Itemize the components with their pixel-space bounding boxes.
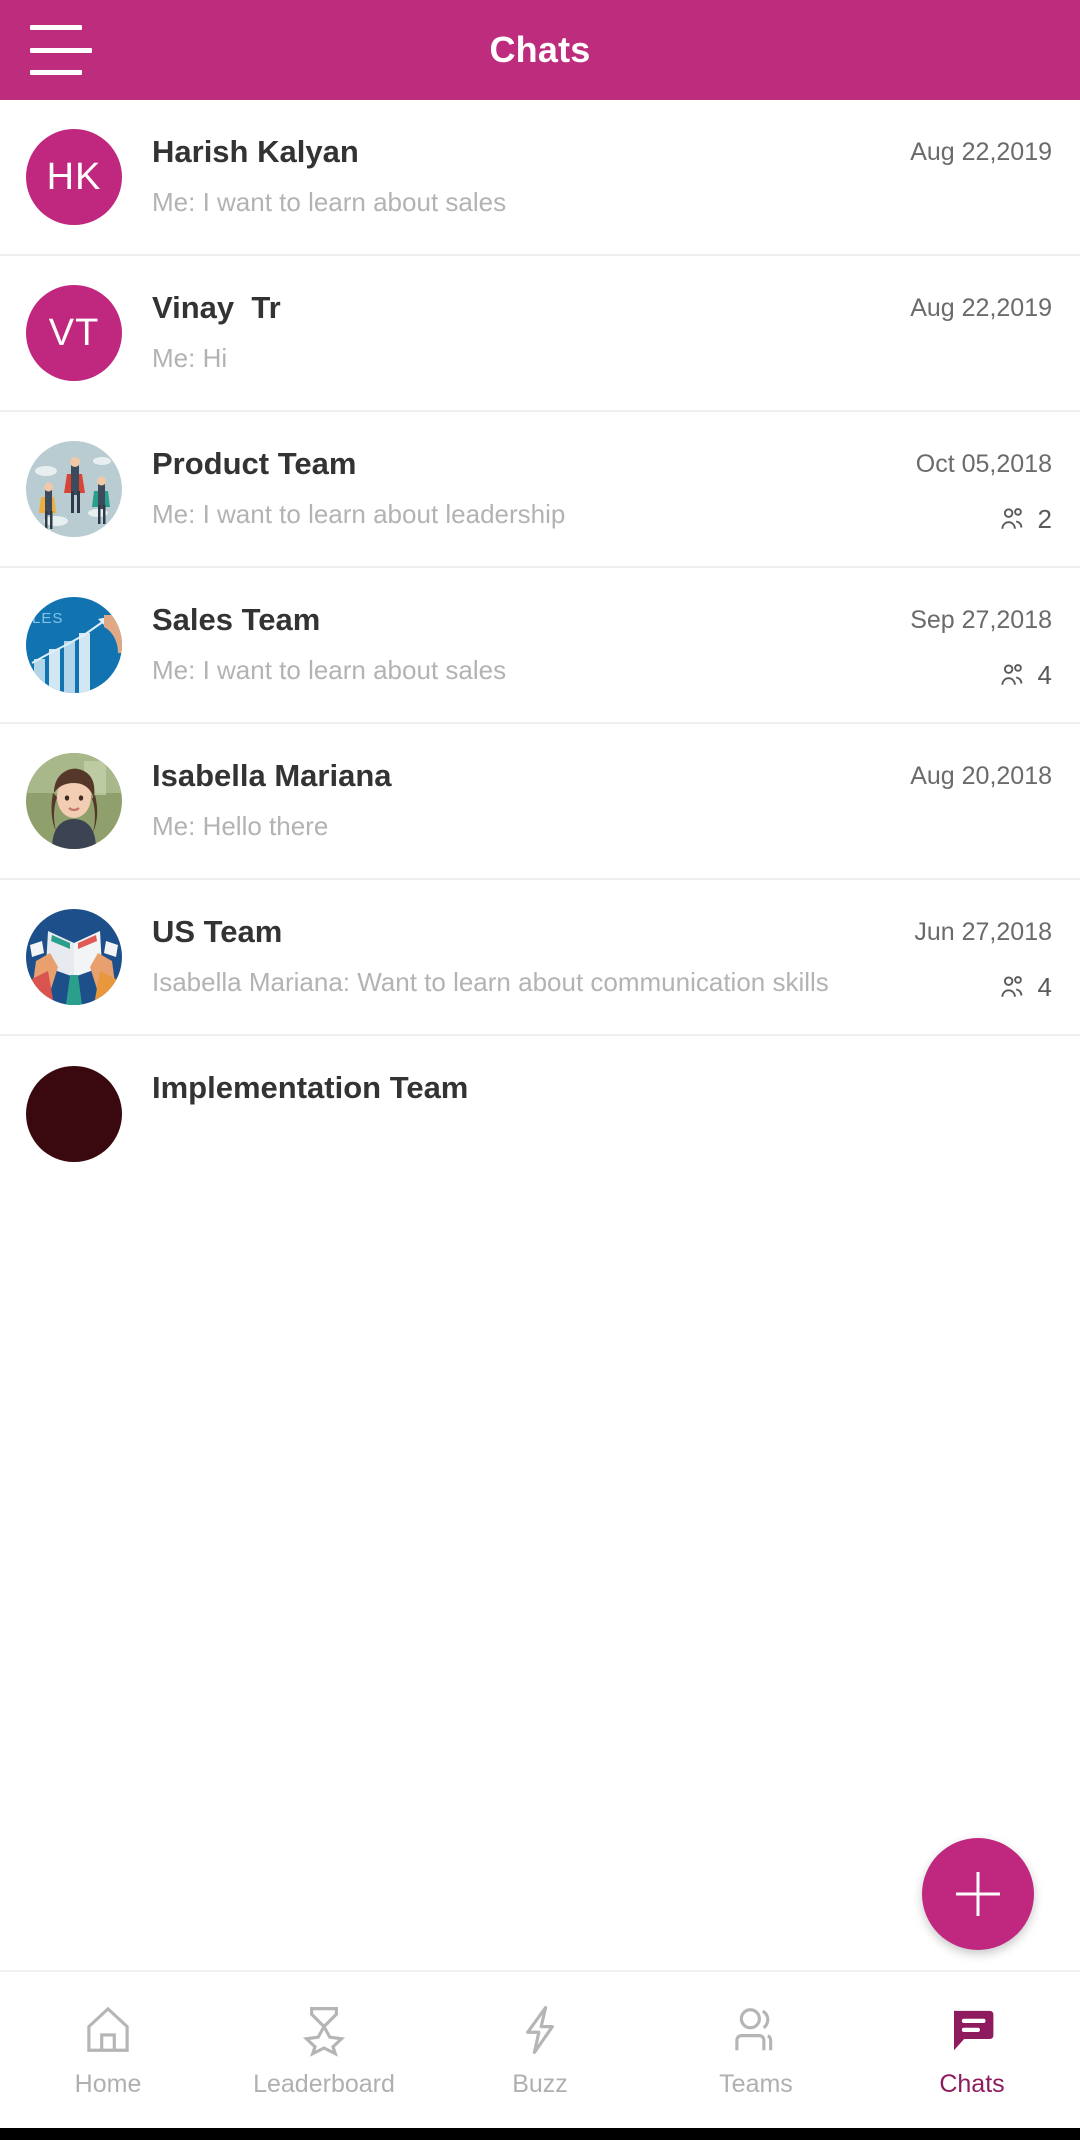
bottom-navigation-bar: Home Leaderboard Buzz Teams Chats [0,1970,1080,2128]
avatar-initials: VT [48,311,100,354]
nav-label-chats: Chats [939,2069,1005,2098]
svg-text:LES: LES [32,610,63,627]
books-artwork-icon [26,909,122,1005]
chat-timestamp: Jun 27,2018 [914,918,1052,946]
home-icon [81,2002,135,2058]
chat-list-item[interactable]: LES Sales Team Me: I want to learn about… [0,568,1080,724]
nav-item-leaderboard[interactable]: Leaderboard [216,2002,432,2099]
people-icon [729,2002,783,2058]
nav-label-teams: Teams [719,2069,793,2098]
group-members-icon [1000,507,1022,529]
chat-preview-message: Me: Hello there [152,811,329,841]
avatar: HK [26,129,122,225]
hamburger-line-3 [30,70,82,75]
hamburger-line-2 [30,47,92,53]
member-count-value: 2 [1037,504,1052,534]
chat-list-item[interactable]: US Team Isabella Mariana: Want to learn … [0,880,1080,1036]
chat-name: Vinay Tr [152,290,281,325]
chat-name: Product Team [152,446,357,481]
nav-label-home: Home [74,2069,142,2098]
avatar [26,909,122,1005]
nav-label-leaderboard: Leaderboard [253,2069,395,2098]
avatar: VT [26,285,122,381]
new-chat-fab-button[interactable] [922,1838,1034,1950]
group-members-icon [1000,975,1022,997]
nav-item-chats[interactable]: Chats [864,2002,1080,2099]
member-count-value: 4 [1037,972,1052,1002]
chat-list-item[interactable]: Product Team Me: I want to learn about l… [0,412,1080,568]
avatar: LES [26,597,122,693]
chat-name: US Team [152,914,283,949]
chat-preview-message: Me: I want to learn about leadership [152,499,566,529]
chat-name: Harish Kalyan [152,134,359,169]
lightning-bolt-icon [513,2002,567,2058]
chat-preview-message: Me: I want to learn about sales [152,187,507,217]
chat-name: Implementation Team [152,1070,469,1105]
chat-timestamp: Aug 22,2019 [910,138,1052,166]
avatar-initials: HK [46,155,102,198]
chat-list-item[interactable]: Isabella Mariana Me: Hello there Aug 20,… [0,724,1080,880]
chat-bubble-icon [945,2002,999,2058]
medal-icon [297,2002,351,2058]
page-title: Chats [489,29,591,70]
group-members-icon [1000,663,1022,685]
avatar [26,441,122,537]
nav-item-teams[interactable]: Teams [648,2002,864,2099]
app-header: Chats [0,0,1080,100]
hamburger-menu-icon[interactable] [30,25,92,75]
chat-preview-message: Isabella Mariana: Want to learn about co… [152,967,829,997]
portrait-photo-icon [26,753,122,849]
member-count: 4 [998,660,1052,691]
member-count: 4 [998,972,1052,1003]
chat-list-item[interactable]: HK Harish Kalyan Me: I want to learn abo… [0,100,1080,256]
chat-timestamp: Oct 05,2018 [915,450,1052,478]
chat-preview-message: Me: I want to learn about sales [152,655,507,685]
system-home-indicator [0,2128,1080,2140]
chat-name: Isabella Mariana [152,758,392,793]
nav-item-buzz[interactable]: Buzz [432,2002,648,2099]
avatar [26,753,122,849]
chat-timestamp: Sep 27,2018 [910,606,1052,634]
nav-label-buzz: Buzz [512,2069,568,2098]
chat-list-item[interactable]: VT Vinay Tr Me: Hi Aug 22,2019 [0,256,1080,412]
avatar [26,1066,122,1162]
chat-list: HK Harish Kalyan Me: I want to learn abo… [0,100,1080,1192]
chat-preview-message: Me: Hi [152,343,228,373]
superheroes-artwork-icon [26,441,122,537]
hamburger-line-1 [30,25,82,30]
chat-timestamp: Aug 22,2019 [910,294,1052,322]
chat-name: Sales Team [152,602,321,637]
chat-list-item[interactable]: Implementation Team [0,1036,1080,1192]
sales-chart-artwork-icon: LES [26,597,122,693]
member-count-value: 4 [1037,660,1052,690]
nav-item-home[interactable]: Home [0,2002,216,2099]
chat-timestamp: Aug 20,2018 [910,762,1052,790]
member-count: 2 [998,504,1052,535]
